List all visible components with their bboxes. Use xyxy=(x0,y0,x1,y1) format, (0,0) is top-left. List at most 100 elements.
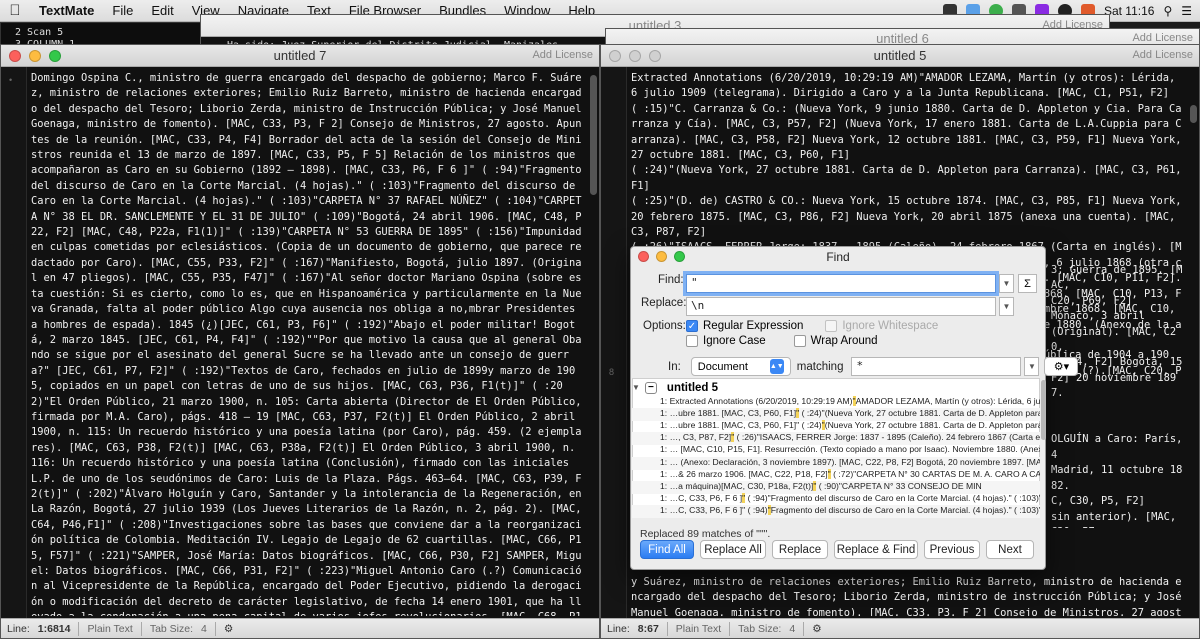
disclosure-triangle-icon[interactable]: ▼ xyxy=(632,383,640,392)
result-line-number: 1: xyxy=(660,492,670,503)
previous-button[interactable]: Previous xyxy=(924,540,980,559)
sigma-button[interactable]: Σ xyxy=(1018,274,1037,293)
line-number[interactable]: 1:6814 xyxy=(38,623,71,635)
minimize-window-button[interactable] xyxy=(629,50,641,62)
replace-input[interactable]: \n xyxy=(686,297,996,316)
result-text: ( :94)"Fragmento del discurso de Caro en… xyxy=(745,492,1040,503)
search-result-row[interactable]: 1: …, C3, P87, F2]" ( :26)"ISAACS, FERRE… xyxy=(632,432,1040,446)
close-window-button[interactable] xyxy=(609,50,621,62)
line-gutter[interactable]: • xyxy=(1,67,27,618)
menu-edit[interactable]: Edit xyxy=(142,3,182,18)
ignore-whitespace-option[interactable]: Ignore Whitespace xyxy=(825,320,938,332)
find-input[interactable]: " xyxy=(686,274,996,293)
search-result-row[interactable]: 1: …a máquina)[MAC, C30, P18a, F2(t)]" (… xyxy=(632,480,1040,494)
result-text: ( :72)"CARPETA N° 30 CARTAS DE M. A. CAR… xyxy=(830,468,1040,479)
replace-button[interactable]: Replace xyxy=(772,540,828,559)
tab-size-value[interactable]: 4 xyxy=(789,623,795,635)
clock[interactable]: Sat 11:16 xyxy=(1104,4,1154,18)
replace-all-button[interactable]: Replace All xyxy=(700,540,766,559)
checkbox-unchecked[interactable] xyxy=(686,335,698,347)
window-title: untitled 7 xyxy=(273,48,327,63)
line-gutter[interactable]: 8 xyxy=(601,67,627,618)
replace-history-dropdown[interactable]: ▼ xyxy=(999,297,1014,316)
language-mode[interactable]: Plain Text xyxy=(87,623,132,635)
options-label: Options: xyxy=(643,320,686,332)
line-marker: • xyxy=(9,75,13,85)
gear-icon[interactable]: ⚙ xyxy=(812,623,821,635)
editor-text-visible-right[interactable]: 3: Guerra de 1895. [MAC, C20, P69, F2] M… xyxy=(1051,263,1185,528)
checkbox-unchecked[interactable] xyxy=(825,320,838,332)
search-result-row[interactable]: 1: … (Anexo: Declaración, 3 noviembre 18… xyxy=(632,456,1040,470)
find-titlebar[interactable]: Find xyxy=(631,247,1045,267)
result-line-number: 1: xyxy=(660,504,670,515)
regex-option[interactable]: ✓ Regular Expression xyxy=(686,320,803,332)
in-scope-select[interactable]: Document ▲▼ xyxy=(690,357,791,376)
zoom-window-button[interactable] xyxy=(649,50,661,62)
results-file-header[interactable]: ▼ − untitled 5 xyxy=(632,380,1040,395)
search-icon[interactable]: ⚲ xyxy=(1163,4,1172,18)
zoom-window-button[interactable] xyxy=(49,50,61,62)
find-options-gear-button[interactable]: ⚙▾ xyxy=(1044,357,1079,376)
search-result-row[interactable]: 1: …ubre 1881. [MAC, C3, P60, F1]" ( :24… xyxy=(632,420,1040,433)
zoom-find-button[interactable] xyxy=(674,251,685,262)
add-license-link[interactable]: Add License xyxy=(1132,49,1193,61)
language-mode[interactable]: Plain Text xyxy=(676,623,721,635)
option-label: Ignore Whitespace xyxy=(842,320,939,332)
chevron-updown-icon: ▲▼ xyxy=(769,359,784,374)
checkbox-unchecked[interactable] xyxy=(793,335,806,347)
close-find-button[interactable] xyxy=(638,251,649,262)
find-all-button[interactable]: Find All xyxy=(640,540,694,559)
window-titlebar[interactable]: untitled 5 Add License xyxy=(601,45,1199,67)
editor-text-bottom[interactable]: y Suárez, ministro de relaciones exterio… xyxy=(631,575,1185,616)
editor-window-untitled-7[interactable]: untitled 7 Add License • Domingo Ospina … xyxy=(0,44,600,639)
ignore-case-option[interactable]: Ignore Case xyxy=(686,335,766,347)
menu-file[interactable]: File xyxy=(103,3,142,18)
matching-input[interactable]: * xyxy=(851,357,1022,376)
result-text: Fragmento del discurso de Caro en la Cor… xyxy=(770,504,1040,515)
result-line-number: 1: xyxy=(660,468,670,479)
replace-and-find-button[interactable]: Replace & Find xyxy=(834,540,918,559)
tab-size-value[interactable]: 4 xyxy=(201,623,207,635)
tab-size-label: Tab Size: xyxy=(738,622,782,635)
search-result-row[interactable]: 1: …C, C33, P6, F 6 ]" ( :94)"Fragmento … xyxy=(632,504,1040,518)
next-button[interactable]: Next xyxy=(986,540,1034,559)
result-text: (Nueva York, 27 octubre 1881. Carta de D… xyxy=(824,420,1040,431)
result-text: …ubre 1881. [MAC, C3, P60, F1] xyxy=(669,408,797,419)
matching-history-dropdown[interactable]: ▼ xyxy=(1024,357,1040,376)
minimize-find-button[interactable] xyxy=(656,251,667,262)
checkbox-checked[interactable]: ✓ xyxy=(686,320,698,332)
result-text: …C, C33, P6, F 6 ] xyxy=(669,492,743,503)
find-history-dropdown[interactable]: ▼ xyxy=(999,274,1014,293)
result-text: ( :24)"(Nueva York, 27 octubre 1881. Car… xyxy=(799,408,1040,419)
result-line-number: 1: xyxy=(660,444,670,455)
result-text: Extracted Annotations (6/20/2019, 10:29:… xyxy=(669,396,853,406)
menu-list-icon[interactable]: ☰ xyxy=(1181,4,1192,18)
collapse-icon[interactable]: − xyxy=(644,381,657,394)
search-result-row[interactable]: 1: …C, C33, P6, F 6 ]" ( :94)"Fragmento … xyxy=(632,492,1040,506)
vertical-scrollbar[interactable] xyxy=(1190,105,1197,123)
close-window-button[interactable] xyxy=(9,50,21,62)
results-scrollbar[interactable] xyxy=(1041,380,1046,440)
minimize-window-button[interactable] xyxy=(29,50,41,62)
gear-icon[interactable]: ⚙ xyxy=(224,623,233,635)
wrap-around-option[interactable]: Wrap Around xyxy=(793,335,878,347)
vertical-scrollbar[interactable] xyxy=(590,75,597,195)
menu-app[interactable]: TextMate xyxy=(30,3,103,18)
search-result-row[interactable]: 1: Extracted Annotations (6/20/2019, 10:… xyxy=(632,396,1040,409)
apple-menu-icon[interactable]:  xyxy=(0,2,30,19)
result-text: …ubre 1881. [MAC, C3, P60, F1]" ( :24) xyxy=(669,420,822,431)
replace-label: Replace: xyxy=(641,297,687,309)
tab-size-label: Tab Size: xyxy=(149,622,194,635)
add-license-link[interactable]: Add License xyxy=(532,49,593,61)
line-number[interactable]: 8:67 xyxy=(638,623,659,635)
window-titlebar[interactable]: untitled 7 Add License xyxy=(1,45,599,67)
search-result-row[interactable]: 1: …ubre 1881. [MAC, C3, P60, F1]" ( :24… xyxy=(632,408,1040,422)
search-result-row[interactable]: 1: …& 26 marzo 1906. [MAC, C22, P18, F2]… xyxy=(632,468,1040,482)
editor-text[interactable]: Domingo Ospina C., ministro de guerra en… xyxy=(31,71,587,616)
search-result-row[interactable]: 1: … [MAC, C10, P15, F1]. Resurrección. … xyxy=(632,444,1040,457)
result-text: …a máquina)[MAC, C30, P18a, F2(t)] xyxy=(669,480,814,491)
result-line-number: 1: xyxy=(660,408,670,419)
in-label: In: xyxy=(668,360,681,373)
find-title: Find xyxy=(826,250,850,264)
add-license-link[interactable]: Add License xyxy=(1132,32,1193,44)
